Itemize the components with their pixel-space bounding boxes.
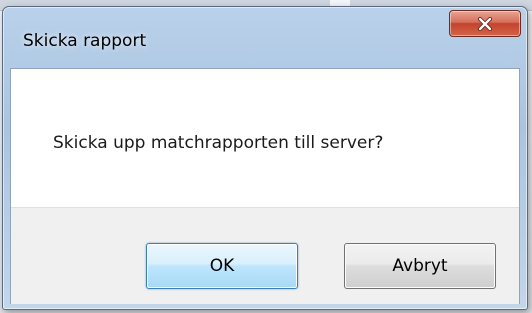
dialog-title: Skicka rapport — [23, 31, 147, 51]
dialog-client-area: Skicka upp matchrapporten till server? O… — [10, 68, 520, 304]
close-button[interactable] — [449, 10, 521, 37]
dialog-button-bar: OK Avbryt — [11, 207, 519, 304]
cancel-button[interactable]: Avbryt — [344, 243, 496, 289]
dialog-message: Skicka upp matchrapporten till server? — [53, 133, 384, 153]
message-dialog: Skicka rapport Skicka upp matchrapporten… — [2, 6, 528, 310]
dialog-content: Skicka upp matchrapporten till server? — [11, 69, 519, 207]
ok-button[interactable]: OK — [146, 243, 298, 289]
close-x-icon — [450, 11, 520, 36]
dialog-titlebar[interactable]: Skicka rapport — [3, 7, 527, 67]
